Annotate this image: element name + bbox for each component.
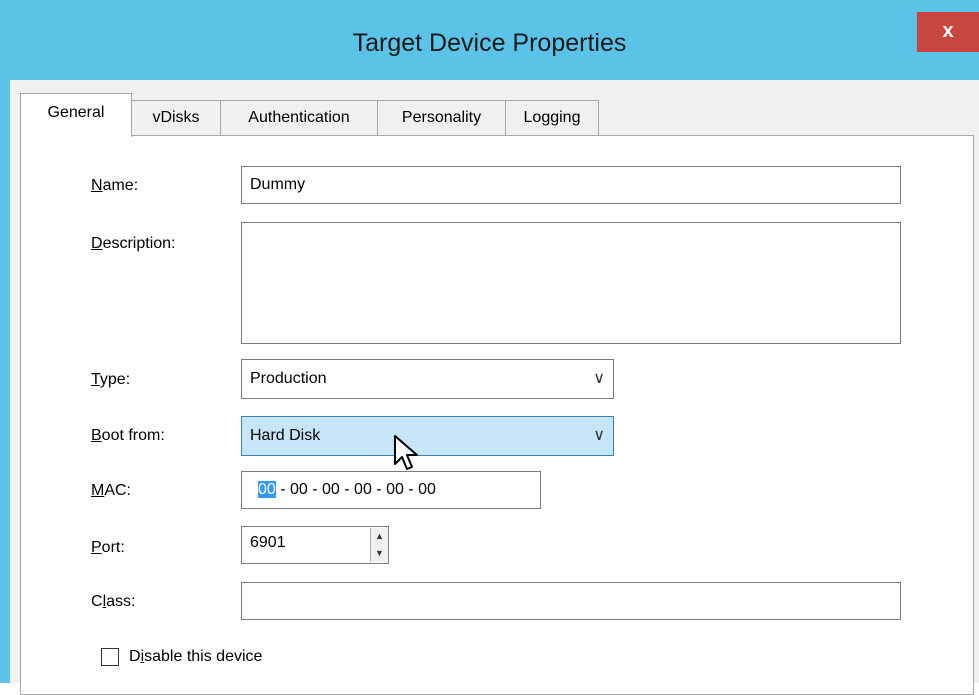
spin-down-icon[interactable]: ▼: [370, 545, 388, 562]
mac-label: MAC:: [91, 482, 131, 499]
disable-device-checkbox[interactable]: [101, 648, 119, 666]
mac-remaining-octets[interactable]: - 00 - 00 - 00 - 00 - 00: [276, 481, 436, 498]
port-label: Port:: [91, 539, 125, 556]
dialog-window: Target Device Properties x General vDisk…: [0, 0, 979, 695]
tab-vdisks[interactable]: vDisks: [131, 100, 221, 136]
boot-from-label: Boot from:: [91, 427, 165, 444]
tab-logging[interactable]: Logging: [505, 100, 599, 136]
description-textarea[interactable]: [241, 222, 901, 344]
port-stepper[interactable]: 6901 ▲ ▼: [241, 526, 389, 564]
close-button[interactable]: x: [917, 12, 979, 52]
chevron-down-icon: ∨: [593, 370, 605, 387]
class-label: Class:: [91, 593, 136, 610]
mac-octet-selected[interactable]: 00: [258, 481, 276, 498]
title-bar[interactable]: Target Device Properties x: [0, 0, 979, 88]
description-label: Description:: [91, 235, 176, 252]
name-input[interactable]: Dummy: [241, 166, 901, 204]
spin-up-icon[interactable]: ▲: [370, 528, 388, 545]
tab-personality[interactable]: Personality: [377, 100, 506, 136]
boot-from-select-value: Hard Disk: [250, 427, 321, 444]
type-label: Type:: [91, 371, 131, 388]
boot-from-select[interactable]: Hard Disk ∨: [241, 416, 614, 456]
tab-strip: General vDisks Authentication Personalit…: [20, 90, 970, 137]
disable-device-label[interactable]: Disable this device: [129, 647, 262, 667]
mouse-pointer-icon: [394, 435, 418, 470]
tab-general[interactable]: General: [20, 93, 132, 137]
mac-address-input[interactable]: 00 - 00 - 00 - 00 - 00 - 00: [241, 471, 541, 509]
type-select[interactable]: Production ∨: [241, 359, 614, 399]
dialog-title: Target Device Properties: [352, 29, 627, 57]
class-input[interactable]: [241, 582, 901, 620]
type-select-value: Production: [250, 370, 327, 387]
port-value[interactable]: 6901: [250, 527, 286, 559]
tab-authentication[interactable]: Authentication: [220, 100, 378, 136]
dialog-client-area: General vDisks Authentication Personalit…: [10, 80, 979, 695]
general-tab-panel: Name: Dummy Description: Type: Productio…: [20, 135, 974, 695]
name-label: Name:: [91, 177, 139, 194]
chevron-down-icon: ∨: [593, 427, 605, 444]
